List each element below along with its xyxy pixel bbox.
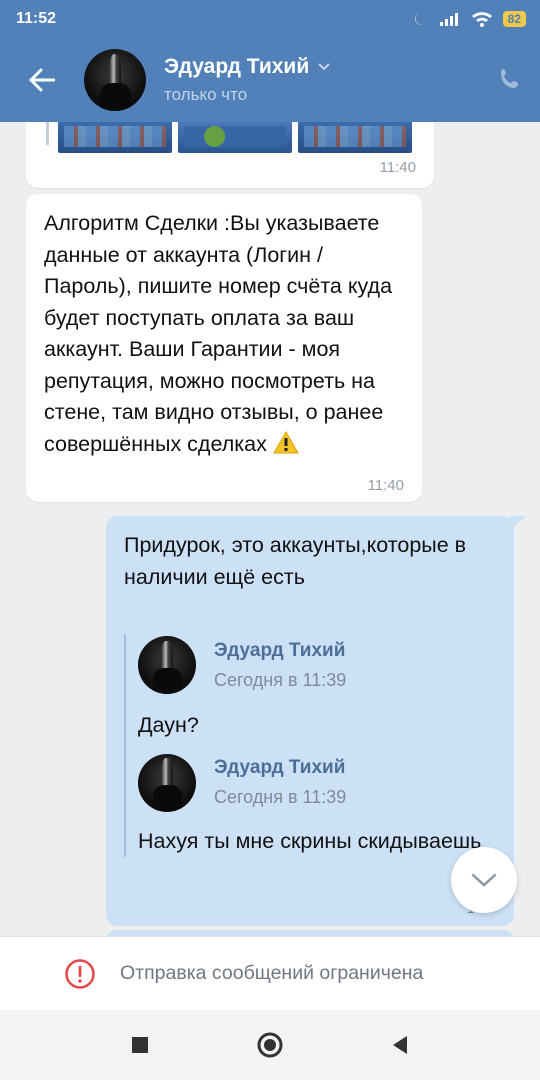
image-attachment[interactable] bbox=[298, 120, 412, 153]
status-time: 11:52 bbox=[16, 10, 57, 27]
avatar[interactable] bbox=[138, 636, 196, 694]
message-time: 11:40 bbox=[367, 477, 404, 494]
signal-icon bbox=[439, 13, 458, 26]
warning-icon bbox=[272, 430, 299, 454]
forwarded-messages[interactable]: Эдуард Тихий Сегодня в 11:39 Даун? Эдуар… bbox=[124, 634, 496, 857]
quote-bar bbox=[46, 120, 49, 145]
forwarded-text: Даун? bbox=[138, 713, 199, 737]
wifi-icon bbox=[471, 12, 492, 27]
chevron-down-icon bbox=[471, 873, 497, 887]
chat-header: Эдуард Тихий только что bbox=[0, 38, 540, 122]
moon-icon bbox=[414, 13, 426, 25]
message-text: Придурок, это аккаунты,которые в наличии… bbox=[124, 533, 467, 589]
message-text: Алгоритм Сделки :Вы указываете данные от… bbox=[44, 208, 404, 460]
forwarded-header: Эдуард Тихий Сегодня в 11:39 bbox=[138, 634, 496, 696]
status-bar: 11:52 82 bbox=[0, 0, 540, 38]
home-button[interactable] bbox=[250, 1025, 290, 1065]
forwarded-date: Сегодня в 11:39 bbox=[214, 787, 347, 807]
chevron-down-icon bbox=[318, 63, 330, 71]
forwarded-message-nested[interactable]: Эдуард Тихий Сегодня в 11:39 Нахуя ты мн… bbox=[138, 752, 496, 858]
forwarded-header: Эдуард Тихий Сегодня в 11:39 bbox=[138, 752, 496, 814]
recents-square-icon bbox=[132, 1037, 148, 1053]
forwarded-text: Нахуя ты мне скрины скидываешь bbox=[138, 828, 482, 853]
avatar[interactable] bbox=[138, 753, 196, 812]
phone-icon bbox=[501, 69, 518, 88]
message-text-content: Алгоритм Сделки :Вы указываете данные от… bbox=[44, 211, 393, 456]
message-outgoing[interactable]: Придурок, это аккаунты,которые в наличии… bbox=[106, 516, 526, 926]
image-attachment[interactable] bbox=[178, 120, 292, 153]
chat-title[interactable]: Эдуард Тихий только что bbox=[164, 55, 480, 105]
forwarded-author[interactable]: Эдуард Тихий bbox=[214, 757, 346, 779]
restriction-text: Отправка сообщений ограничена bbox=[120, 962, 424, 984]
back-triangle-icon bbox=[393, 1036, 407, 1054]
recents-button[interactable] bbox=[120, 1025, 160, 1065]
forwarded-date: Сегодня в 11:39 bbox=[214, 669, 347, 690]
chat-name: Эдуард Тихий bbox=[164, 55, 310, 78]
system-back-button[interactable] bbox=[380, 1025, 420, 1065]
back-button[interactable] bbox=[0, 38, 84, 122]
chat-status: только что bbox=[164, 85, 248, 104]
status-icons: 82 bbox=[413, 11, 526, 27]
scroll-down-button[interactable] bbox=[451, 847, 517, 913]
message-incoming[interactable]: Алгоритм Сделки :Вы указываете данные от… bbox=[26, 194, 422, 502]
top-bar: 11:52 82 Эдуард Тихий только что bbox=[0, 0, 540, 122]
composer-restricted-bar: Отправка сообщений ограничена bbox=[0, 936, 540, 1010]
system-nav-bar bbox=[0, 1010, 540, 1080]
home-circle-icon bbox=[257, 1032, 283, 1058]
image-attachment[interactable] bbox=[58, 120, 172, 153]
forwarded-author[interactable]: Эдуард Тихий bbox=[214, 640, 346, 662]
avatar[interactable] bbox=[84, 49, 146, 111]
message-time: 11:40 bbox=[379, 159, 416, 176]
arrow-left-icon bbox=[29, 68, 55, 92]
attachment-gallery bbox=[58, 120, 412, 153]
call-button[interactable] bbox=[480, 38, 540, 122]
battery-icon: 82 bbox=[502, 11, 526, 27]
alert-circle-icon bbox=[65, 958, 95, 989]
